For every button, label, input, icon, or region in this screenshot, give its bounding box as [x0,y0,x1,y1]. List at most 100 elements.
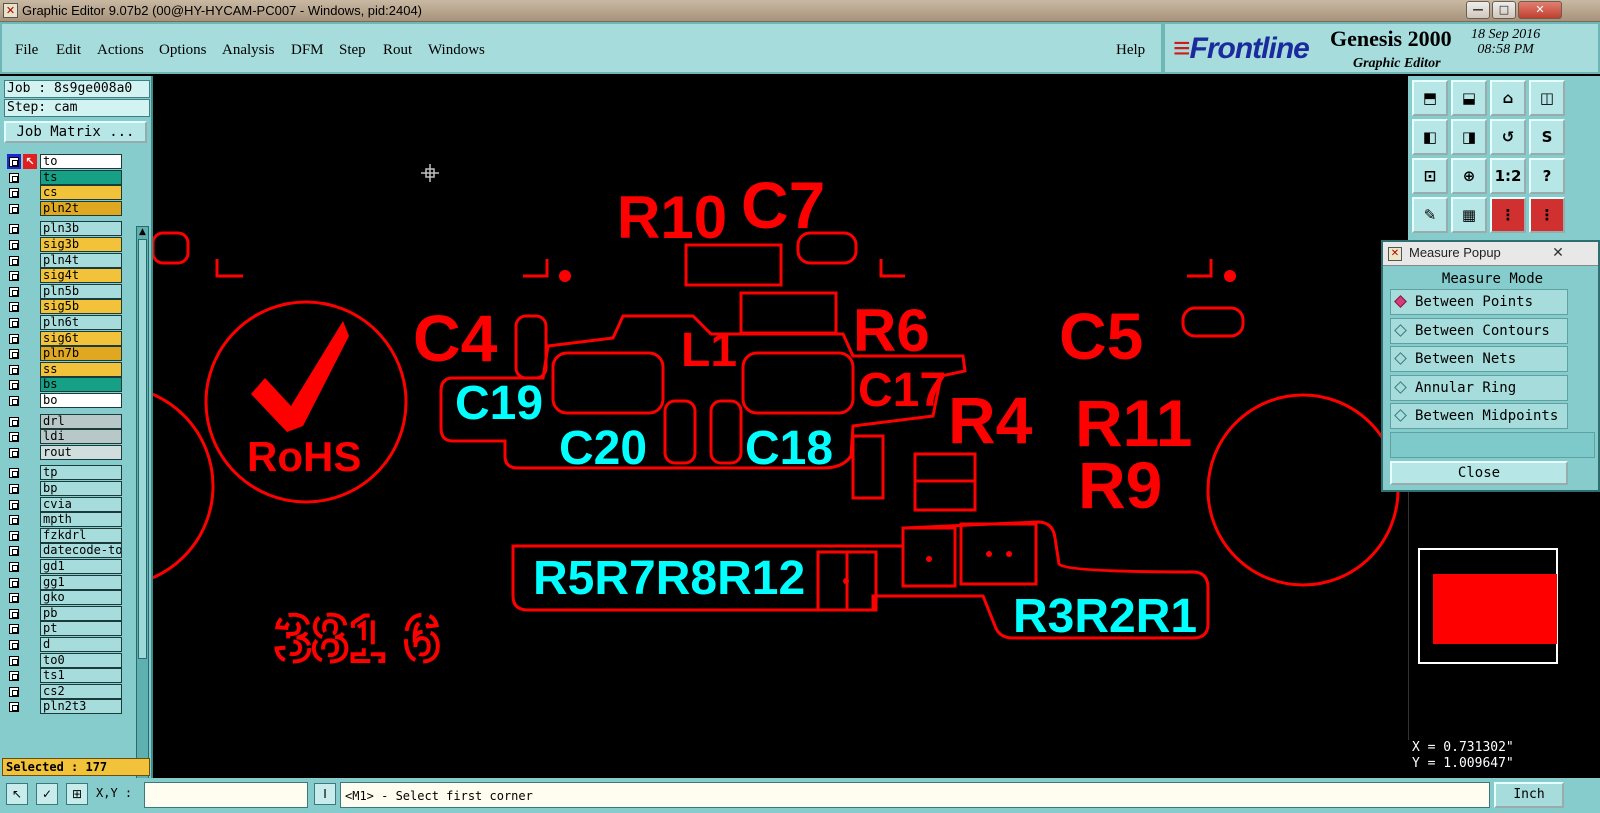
layer-name[interactable]: pb [40,605,122,621]
layer-checkbox[interactable] [9,655,19,666]
menu-options[interactable]: Options [159,42,207,59]
layer-name[interactable]: bo [40,393,122,408]
window-icon[interactable]: ◫ [1529,80,1565,116]
layer-checkbox[interactable] [9,188,19,199]
layer-name[interactable]: fzkdrl [40,527,122,543]
layer-red2-icon[interactable]: ⋮ [1529,197,1565,233]
layer-row[interactable]: datecode-to [4,543,122,559]
menu-dfm[interactable]: DFM [291,42,324,59]
layer-name[interactable]: pt [40,621,122,637]
layer-row[interactable]: ts [4,169,122,185]
layer-checkbox[interactable] [9,396,19,406]
layer-row[interactable]: gg1 [4,574,122,590]
layer-name[interactable]: cs2 [40,683,122,699]
zoom-fit-icon[interactable]: ⊡ [1412,158,1448,194]
grid-icon[interactable]: ▦ [1451,197,1487,233]
measure-mode-option[interactable]: Between Contours [1390,317,1568,344]
layer-row[interactable]: drl [4,413,122,429]
layer-checkbox[interactable] [9,577,19,588]
layer-name[interactable]: bp [40,481,122,496]
graphic-canvas[interactable]: R10 C7 C4 L1 R6 C5 C17 R4 R11 R9 RoHS 38… [153,76,1408,778]
layer-row[interactable]: pln7b [4,346,122,362]
layer-name[interactable]: pln3b [40,221,122,237]
layer-name[interactable]: sig3b [40,237,122,252]
layer-name[interactable]: tp [40,465,122,481]
xy-input[interactable] [144,782,308,808]
layer-checkbox[interactable] [9,671,19,682]
layer-row[interactable]: pln5b [4,283,122,299]
layer-checkbox[interactable] [9,349,19,360]
check-tool-icon[interactable]: ✓ [36,783,58,805]
measure-close-button[interactable]: Close [1390,461,1568,485]
measure-mode-option[interactable]: Between Midpoints [1390,403,1568,429]
layer-name[interactable]: cs [40,185,122,201]
layer-checkbox[interactable] [9,203,19,214]
tools-icon[interactable]: ✎ [1412,197,1448,233]
layer-row[interactable]: cs [4,185,122,201]
layer-checkbox[interactable] [9,624,19,635]
layer-row[interactable]: d [4,637,122,652]
layer-row[interactable]: pln2t3 [4,699,122,715]
layer-checkbox[interactable] [9,468,19,479]
measure-mode-option[interactable]: Between Nets [1390,346,1568,372]
layer-checkbox[interactable] [9,240,19,250]
layer-checkbox[interactable] [9,302,19,313]
layer-checkbox[interactable] [9,286,19,297]
close-window-button[interactable]: ✕ [1518,1,1562,19]
layer-name[interactable]: mpth [40,512,122,528]
layer-checkbox[interactable] [9,702,19,713]
menu-analysis[interactable]: Analysis [222,42,275,59]
menu-file[interactable]: File [15,42,38,59]
layer-row[interactable]: bs [4,377,122,393]
layer-name[interactable]: pln2t [40,200,122,216]
layer-row[interactable]: pb [4,605,122,621]
menu-step[interactable]: Step [339,42,366,59]
layer-row[interactable]: pln4t [4,252,122,268]
layer-checkbox[interactable] [9,318,19,328]
layer-name[interactable]: ts [40,169,122,185]
layer-checkbox[interactable] [9,515,19,526]
layer-row[interactable]: sig3b [4,237,122,252]
scale-1-2-icon[interactable]: 1:2 [1490,158,1526,194]
pan-right-icon[interactable]: ◨ [1451,119,1487,155]
layer-name[interactable]: bs [40,377,122,393]
layer-name[interactable]: datecode-to [40,543,122,559]
layer-checkbox[interactable] [9,432,19,443]
layer-checkbox[interactable] [9,608,19,619]
layer-row[interactable]: cvia [4,496,122,512]
layer-name[interactable]: cvia [40,496,122,512]
measure-mode-option[interactable]: Annular Ring [1390,374,1568,401]
layer-row[interactable]: gko [4,590,122,606]
scroll-up-icon[interactable]: ▲ [137,227,148,238]
layer-row[interactable]: cs2 [4,683,122,699]
layer-row[interactable]: ↖ to [4,154,122,169]
layer-checkbox[interactable] [9,333,19,344]
layer-row[interactable]: ts1 [4,668,122,684]
zoom-center-icon[interactable]: ⊕ [1451,158,1487,194]
pointer-tool-icon[interactable]: ↖ [6,783,28,805]
layer-red-icon[interactable]: ⋮ [1490,197,1526,233]
overview-map[interactable] [1418,548,1558,664]
layer-name[interactable]: sig5b [40,299,122,315]
menu-windows[interactable]: Windows [428,42,485,59]
layer-checkbox[interactable] [9,593,19,604]
layer-name[interactable]: ss [40,361,122,377]
layer-checkbox[interactable] [9,640,19,650]
layer-checkbox[interactable] [9,380,19,391]
menu-edit[interactable]: Edit [56,42,81,59]
layer-name[interactable]: rout [40,444,122,460]
units-button[interactable]: Inch [1494,782,1564,808]
zoom-down-icon[interactable]: ⬓ [1451,80,1487,116]
layer-name[interactable]: pln7b [40,346,122,362]
layer-name[interactable]: to0 [40,652,122,668]
pan-left-icon[interactable]: ◧ [1412,119,1448,155]
layer-name[interactable]: drl [40,413,122,429]
layer-name[interactable]: sig6t [40,330,122,346]
layer-checkbox[interactable] [9,484,19,494]
measure-mode-option[interactable]: Between Points [1390,289,1568,315]
layer-checkbox[interactable] [9,172,19,183]
layer-row[interactable]: bp [4,481,122,496]
layer-row[interactable]: rout [4,444,122,460]
layer-name[interactable]: pln5b [40,283,122,299]
layer-row[interactable]: bo [4,393,122,408]
